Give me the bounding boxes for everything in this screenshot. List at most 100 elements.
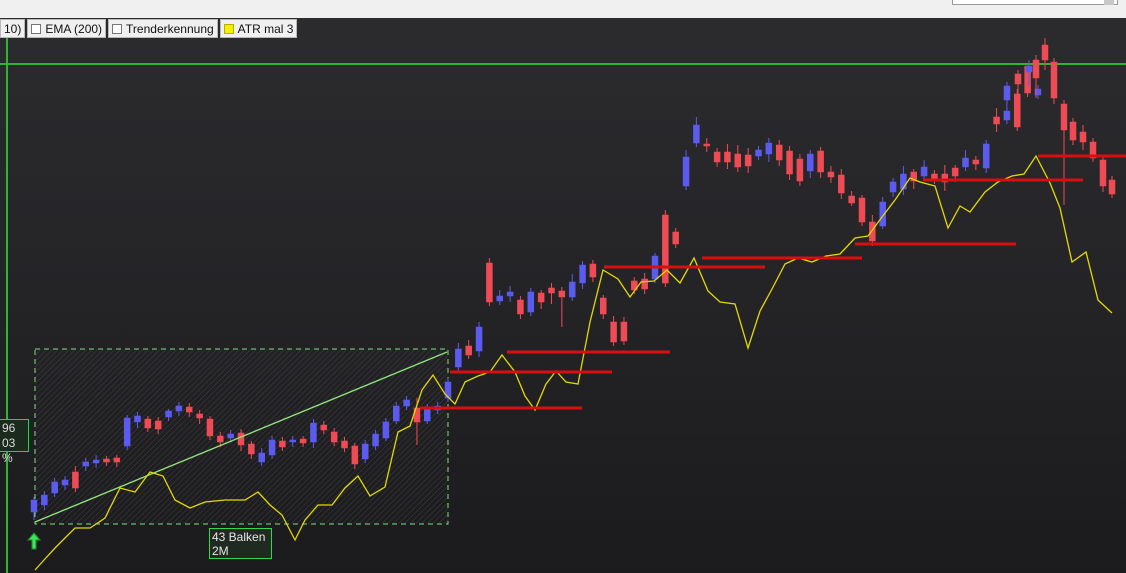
candle-body xyxy=(61,479,69,486)
candle-body xyxy=(320,424,328,431)
candle-body xyxy=(455,348,462,368)
candle-body xyxy=(693,124,700,144)
range-duration: 2M xyxy=(212,544,229,558)
price-axis-value: 96 xyxy=(2,421,16,435)
candle-body xyxy=(465,345,472,356)
candle-body xyxy=(165,410,172,418)
candle-body xyxy=(1025,65,1033,73)
candle-body xyxy=(1069,121,1077,141)
candle-body xyxy=(103,458,110,463)
candle-body xyxy=(186,406,193,413)
candle-body xyxy=(113,457,121,463)
price-axis-label: 96 03 % xyxy=(0,419,29,465)
chart-window[interactable]: 10) EMA (200) Trenderkennung ATR mal 3 9… xyxy=(0,0,1126,573)
candle-body xyxy=(589,263,597,278)
candle-body xyxy=(424,408,431,422)
candle-body xyxy=(724,151,731,163)
candle-body xyxy=(982,143,990,169)
candle-body xyxy=(299,438,307,444)
candle-body xyxy=(227,433,234,439)
candle-body xyxy=(548,287,555,294)
candle-body xyxy=(734,153,742,168)
range-bar-count: 43 Balken xyxy=(212,530,266,544)
candle-body xyxy=(123,417,131,447)
candle-body xyxy=(1099,159,1107,187)
candle-body xyxy=(786,150,793,175)
candle-body xyxy=(1079,131,1087,143)
candle-body xyxy=(310,422,317,443)
candle-body xyxy=(838,174,845,194)
candle-body xyxy=(196,413,203,419)
candle-body xyxy=(475,326,483,352)
candle-body xyxy=(372,433,379,447)
candle-body xyxy=(1014,73,1022,85)
green-up-arrow-icon xyxy=(27,532,41,550)
candle-body xyxy=(506,291,514,297)
candle-body xyxy=(972,159,980,165)
candle-body xyxy=(713,151,721,163)
candle-body xyxy=(237,432,245,446)
candle-body xyxy=(775,144,783,161)
candle-body xyxy=(600,297,607,315)
candle-body xyxy=(951,167,959,177)
candle-body xyxy=(869,221,876,242)
candle-body xyxy=(610,321,617,343)
candle-body xyxy=(537,292,545,303)
candle-body xyxy=(496,295,503,302)
candle-body xyxy=(848,195,855,204)
candle-body xyxy=(92,459,100,464)
candle-body xyxy=(351,445,359,465)
candle-body xyxy=(330,431,338,443)
candle-body xyxy=(1003,85,1011,101)
candle-body xyxy=(403,399,410,407)
candle-body xyxy=(41,494,48,506)
candle-body xyxy=(1060,103,1068,131)
candle-body xyxy=(579,264,586,284)
candle-body xyxy=(765,142,773,155)
candle-body xyxy=(672,231,679,245)
candle-body xyxy=(154,420,162,430)
candle-body xyxy=(568,281,576,298)
candle-body xyxy=(744,154,752,167)
candle-body xyxy=(486,262,493,303)
candle-body xyxy=(682,156,690,187)
candle-body xyxy=(517,299,524,315)
candle-body xyxy=(72,471,79,489)
candle-body xyxy=(993,116,1000,125)
candle-body xyxy=(30,499,38,513)
candle-body xyxy=(1014,93,1021,128)
candle-body xyxy=(827,171,835,178)
candle-body xyxy=(796,158,804,182)
candle-body xyxy=(1108,179,1116,195)
price-chart[interactable] xyxy=(0,0,1126,573)
candle-body xyxy=(341,440,348,449)
candle-body xyxy=(889,181,897,193)
candle-body xyxy=(289,439,296,443)
candle-body xyxy=(920,166,928,177)
candle-body xyxy=(217,435,224,443)
candle-body xyxy=(558,290,566,298)
candle-body xyxy=(527,291,535,313)
candle-body xyxy=(393,405,400,422)
candle-body xyxy=(962,157,969,168)
candle-body xyxy=(807,153,814,172)
candle-body xyxy=(1050,61,1058,99)
candle-body xyxy=(361,443,369,460)
candle-body xyxy=(382,421,390,439)
candle-body xyxy=(279,440,286,448)
candle-body xyxy=(1003,110,1011,121)
candle-body xyxy=(134,415,141,423)
candle-body xyxy=(755,149,762,157)
candle-body xyxy=(248,443,255,455)
candle-body xyxy=(258,452,265,463)
candle-body xyxy=(144,418,152,429)
range-info-label: 43 Balken 2M xyxy=(209,528,272,559)
candle-body xyxy=(51,481,58,494)
candle-body xyxy=(268,439,276,456)
candle-body xyxy=(858,197,866,223)
candle-body xyxy=(206,418,214,437)
candle-body xyxy=(1032,59,1040,79)
candle-body xyxy=(620,321,628,342)
candle-body xyxy=(817,150,824,173)
price-axis-percent: 03 % xyxy=(2,436,16,465)
